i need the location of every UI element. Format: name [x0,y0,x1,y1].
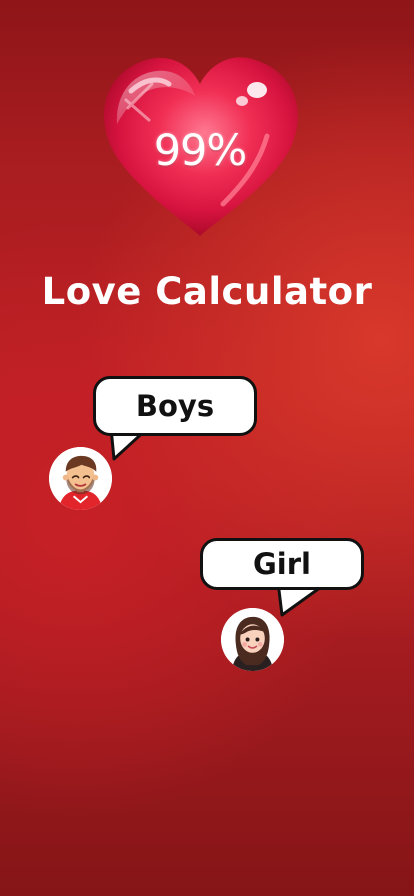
boys-label: Boys [135,389,215,423]
girl-option[interactable]: Girl [198,536,368,672]
love-percentage-heart: 99% [97,52,303,242]
boy-avatar-icon [49,447,112,510]
girl-label: Girl [253,547,311,581]
girl-avatar [221,608,284,671]
love-percentage: 99% [153,126,248,176]
boys-option[interactable]: Boys [46,374,262,512]
girl-avatar-icon [221,608,284,671]
love-calculator-screen: { "app": { "title": "Love Calculator" },… [0,0,414,896]
page-title: Love Calculator [41,270,373,313]
boys-speech-bubble: Boys [93,376,257,436]
boy-avatar [49,447,112,510]
girl-speech-bubble: Girl [200,538,364,590]
